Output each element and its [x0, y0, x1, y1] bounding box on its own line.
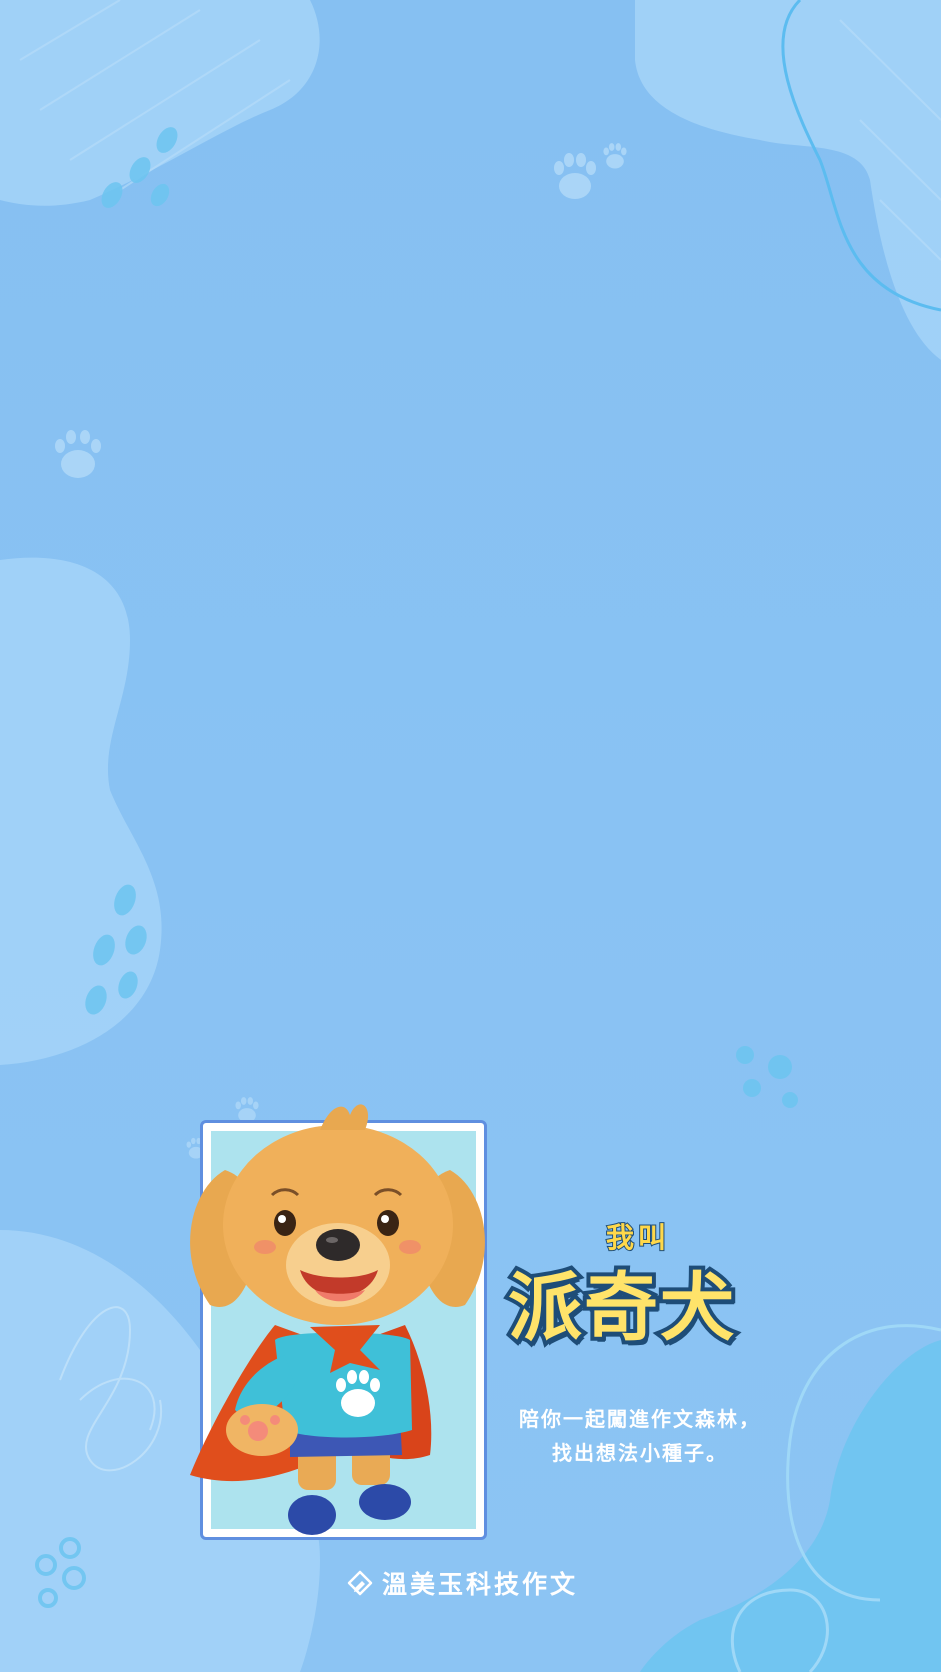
paw-print-icon	[55, 430, 101, 478]
mascot-name-title: 派奇犬	[504, 1261, 738, 1355]
top-right-blob	[635, 0, 941, 360]
left-middle-blob	[0, 557, 162, 1065]
tagline-line-1: 陪你一起闖進作文森林，	[519, 1407, 761, 1431]
paw-print-icon	[603, 143, 627, 169]
tagline-line-2: 找出想法小種子。	[552, 1441, 728, 1465]
mascot-dog-illustration	[190, 1104, 485, 1535]
brand-name: 溫美玉科技作文	[382, 1570, 579, 1599]
pencil-logo-icon	[347, 1570, 373, 1596]
brand-footer: 溫美玉科技作文	[346, 1563, 578, 1603]
paw-print-icon	[554, 153, 596, 199]
tagline: 陪你一起闖進作文森林， 找出想法小種子。	[500, 1402, 780, 1470]
